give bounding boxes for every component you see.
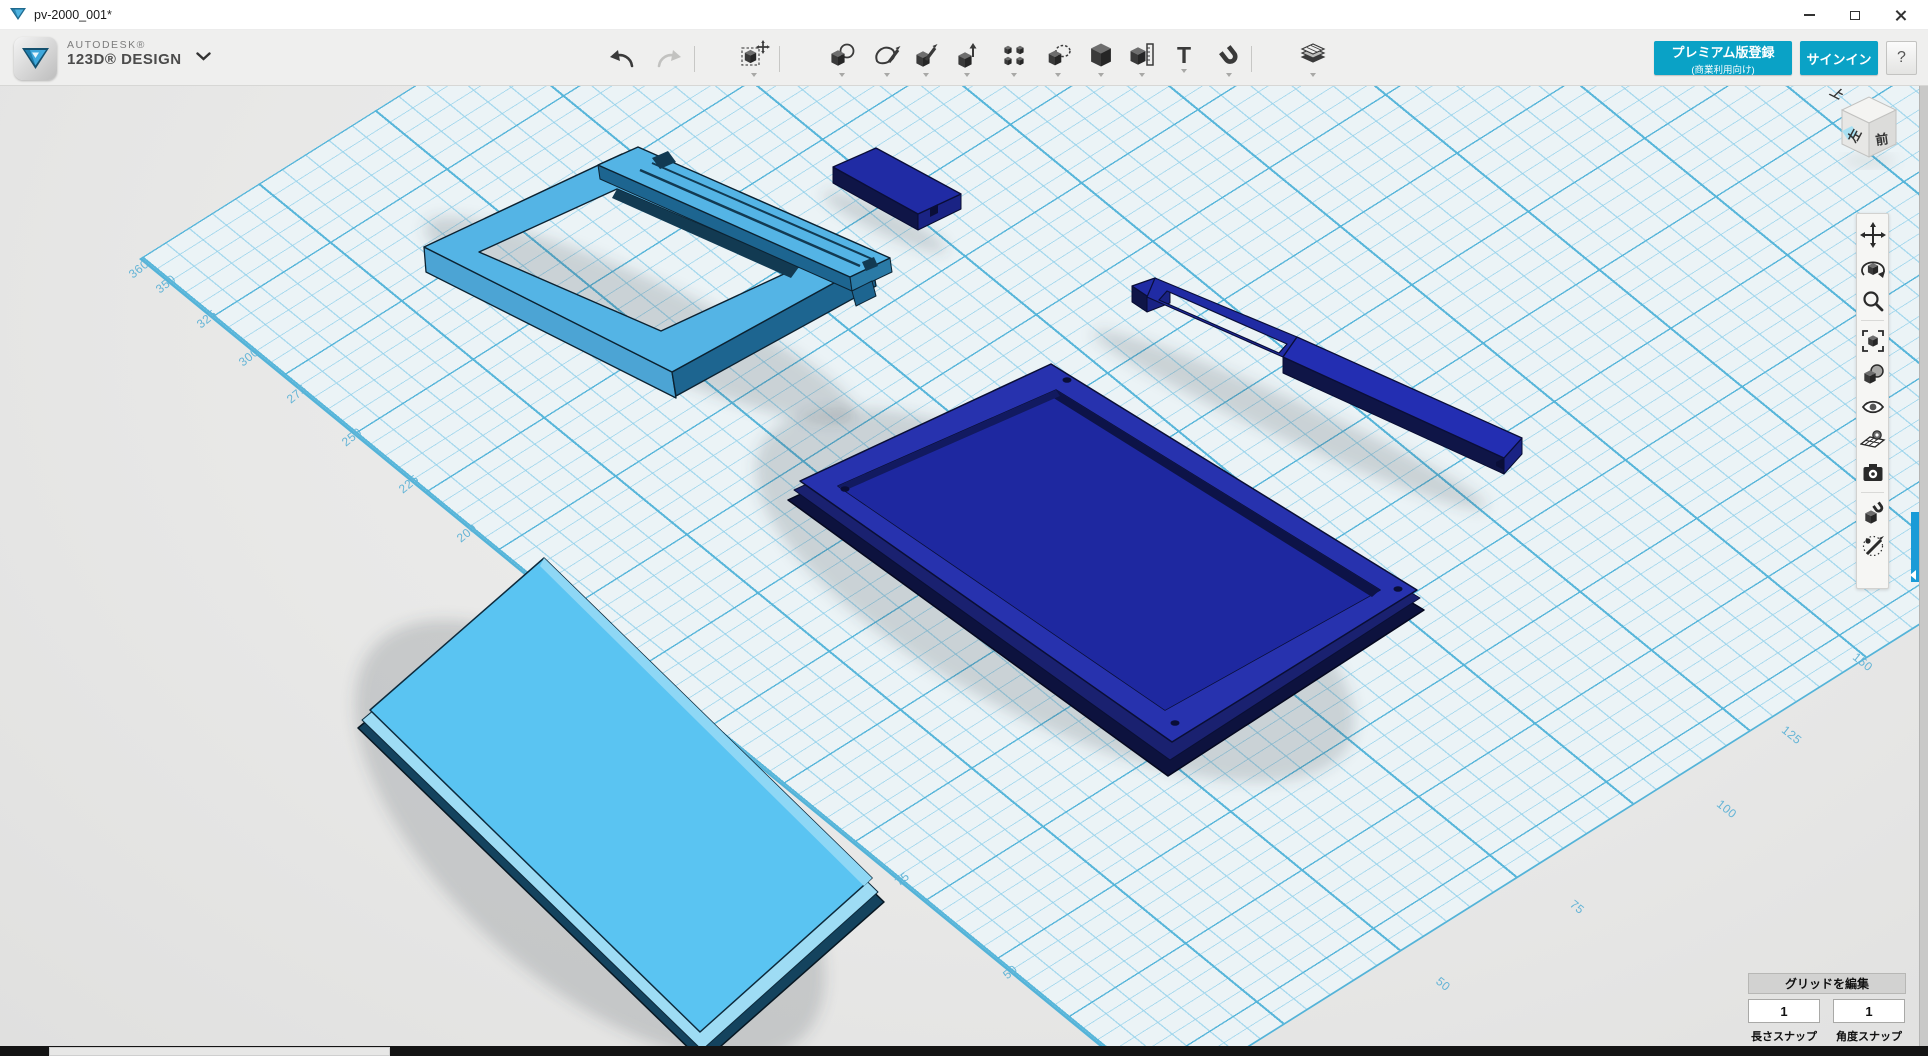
view-cube[interactable]: 上 左 前	[1827, 86, 1896, 166]
grid-visibility-icon[interactable]	[1858, 423, 1887, 456]
brand-autodesk: AUTODESK®	[67, 39, 182, 51]
snap-button[interactable]	[1210, 35, 1248, 81]
navigation-toolbar	[1856, 213, 1889, 589]
length-snap-input[interactable]	[1748, 999, 1820, 1023]
right-edge-track[interactable]	[1919, 86, 1928, 1046]
pan-icon[interactable]	[1858, 218, 1887, 251]
expand-arrow-icon	[1910, 570, 1916, 580]
premium-sublabel: (商業利用向け)	[1660, 62, 1786, 76]
title-bar: pv-2000_001*	[0, 0, 1928, 30]
model-objects: 上 左 前	[0, 86, 1928, 1046]
pattern-button[interactable]	[995, 35, 1033, 81]
viewport-canvas[interactable]: 3603503253002752502252001757550507510012…	[0, 86, 1928, 1046]
nav-separator	[1861, 492, 1884, 493]
restore-button[interactable]	[1832, 0, 1878, 30]
app-icon	[10, 8, 26, 22]
measure-button[interactable]	[1123, 35, 1161, 81]
signin-button[interactable]: サインイン	[1800, 41, 1878, 75]
transform-move-button[interactable]	[735, 35, 773, 81]
signin-label: サインイン	[1806, 49, 1872, 68]
visibility-eye-icon[interactable]	[1858, 390, 1887, 423]
text-button[interactable]: T	[1165, 35, 1203, 81]
view-cube-front-label: 前	[1874, 131, 1889, 149]
toolbar-separator	[694, 46, 695, 72]
material-button[interactable]	[1294, 35, 1332, 81]
shading-icon[interactable]	[1858, 357, 1887, 390]
zoom-icon[interactable]	[1858, 284, 1887, 317]
redo-button[interactable]	[650, 35, 688, 81]
text-tool-glyph: T	[1177, 44, 1191, 66]
undo-button[interactable]	[603, 35, 641, 81]
snap-toggle-icon[interactable]	[1858, 496, 1887, 529]
toolbar-separator	[779, 46, 780, 72]
view-cube-top-label: 上	[1827, 86, 1849, 102]
panel-collapse-tab[interactable]	[1911, 512, 1919, 582]
toolbar-separator	[1251, 46, 1252, 72]
help-button[interactable]: ?	[1886, 41, 1917, 75]
close-button[interactable]	[1878, 0, 1924, 30]
combine-button[interactable]	[1082, 35, 1120, 81]
nav-separator	[1861, 320, 1884, 321]
orbit-icon[interactable]	[1858, 251, 1887, 284]
sketch-visibility-icon[interactable]	[1858, 529, 1887, 562]
screenshot-camera-icon[interactable]	[1858, 456, 1887, 489]
length-snap-label: 長さスナップ	[1748, 1028, 1820, 1044]
main-menu-chevron-icon[interactable]	[196, 52, 211, 61]
modify-button[interactable]	[948, 35, 986, 81]
angle-snap-input[interactable]	[1833, 999, 1905, 1023]
primitives-button[interactable]	[823, 35, 861, 81]
app-logo[interactable]	[14, 37, 57, 80]
taskbar-segment	[49, 1047, 390, 1056]
window-title: pv-2000_001*	[34, 8, 112, 22]
bottom-taskbar-strip	[0, 1046, 1928, 1056]
main-toolbar: AUTODESK® 123D® DESIGN	[0, 30, 1928, 86]
angle-snap-label: 角度スナップ	[1833, 1028, 1905, 1044]
group-button[interactable]	[1039, 35, 1077, 81]
brand-123d: 123D® DESIGN	[67, 51, 182, 68]
brand-text: AUTODESK® 123D® DESIGN	[67, 39, 182, 68]
part-stand-frame[interactable]	[424, 147, 892, 398]
minimize-button[interactable]	[1786, 0, 1832, 30]
construct-button[interactable]	[907, 35, 945, 81]
sketch-button[interactable]	[868, 35, 906, 81]
premium-signup-button[interactable]: プレミアム版登録 (商業利用向け)	[1654, 41, 1792, 75]
premium-label: プレミアム版登録	[1660, 42, 1786, 61]
app-window: pv-2000_001* AUTODESK® 123D® DESIGN	[0, 0, 1928, 1056]
fit-view-icon[interactable]	[1858, 324, 1887, 357]
grid-edit-button[interactable]: グリッドを編集	[1748, 973, 1906, 994]
